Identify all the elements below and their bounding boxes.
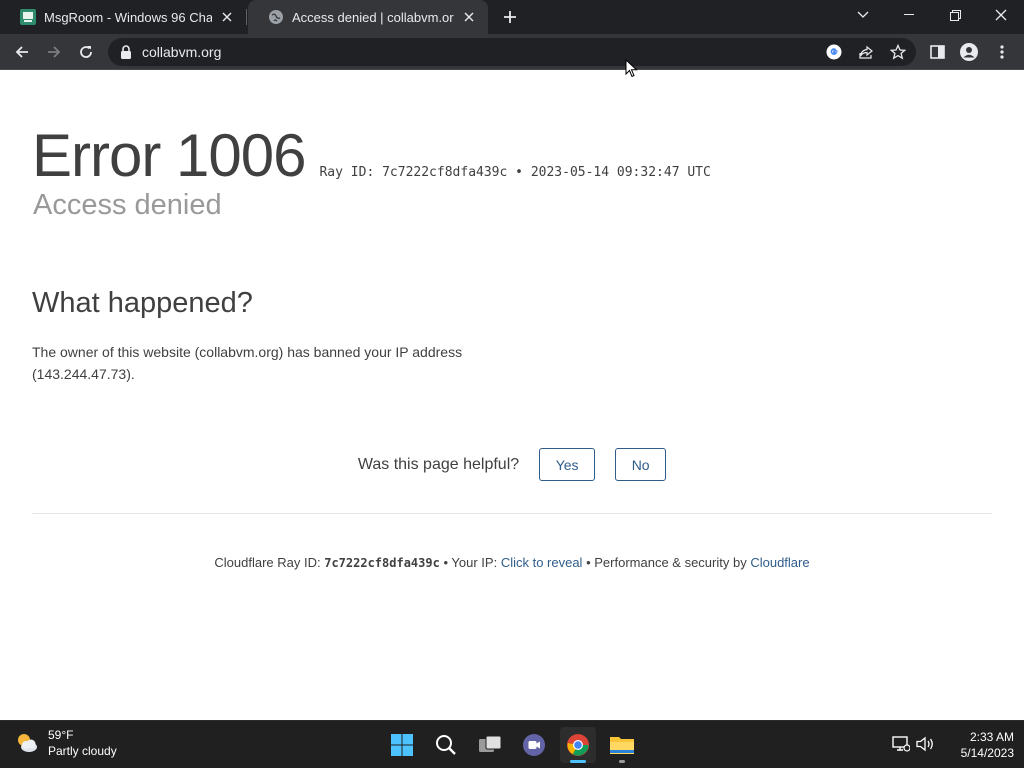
google-lens-icon[interactable] — [824, 42, 844, 62]
partly-cloudy-icon — [18, 734, 37, 752]
chrome-icon — [567, 734, 589, 756]
arrow-right-icon — [48, 46, 61, 58]
close-tab-icon[interactable] — [218, 8, 236, 26]
network-tray-icon[interactable] — [890, 733, 912, 755]
restore-button[interactable] — [932, 0, 978, 30]
feedback-yes-button[interactable]: Yes — [539, 448, 596, 481]
address-bar[interactable]: collabvm.org — [108, 38, 916, 66]
browser-toolbar: collabvm.org — [0, 34, 1024, 70]
close-icon — [995, 9, 1007, 21]
tab-title: Access denied | collabvm.org used Cloudf… — [292, 9, 454, 25]
footer-divider — [32, 513, 992, 514]
bookmark-star-icon[interactable] — [888, 42, 908, 62]
forward-button[interactable] — [40, 38, 68, 66]
url-text: collabvm.org — [142, 44, 222, 60]
folder-icon — [610, 737, 634, 754]
windows-logo-icon — [391, 734, 413, 756]
chat-icon — [523, 734, 545, 756]
cloudflare-link[interactable]: Cloudflare — [750, 555, 809, 570]
what-happened-heading: What happened? — [32, 287, 253, 319]
error-subtitle: Access denied — [33, 189, 222, 221]
footer-separator: • — [443, 555, 449, 570]
chrome-taskbar-button[interactable] — [560, 727, 596, 763]
open-app-indicator — [619, 760, 625, 763]
search-icon — [436, 735, 456, 755]
kebab-menu-icon — [1000, 45, 1004, 59]
close-window-button[interactable] — [978, 0, 1024, 30]
taskbar-search-button[interactable] — [428, 727, 464, 763]
tab-divider — [246, 9, 247, 25]
feedback-question: Was this page helpful? — [357, 455, 520, 473]
weather-temp: 59°F — [48, 728, 74, 742]
what-happened-line: (143.244.47.73). — [32, 366, 135, 382]
minimize-icon — [904, 14, 914, 15]
weather-text: 59°F Partly cloudy — [48, 727, 117, 759]
feedback-no-button[interactable]: No — [615, 448, 667, 481]
error-header: Error 1006 Ray ID: 7c7222cf8dfa439c • 20… — [32, 121, 711, 190]
profile-button[interactable] — [955, 38, 983, 66]
footer-separator: • — [586, 555, 591, 570]
error-code: Error 1006 — [32, 122, 306, 189]
reload-button[interactable] — [72, 38, 100, 66]
tab-title: MsgRoom - Windows 96 Chat — [44, 9, 212, 25]
globe-icon — [268, 9, 284, 25]
side-panel-button[interactable] — [923, 38, 951, 66]
feedback-section: Was this page helpful? Yes No — [0, 448, 1024, 481]
ray-id-meta: Ray ID: 7c7222cf8dfa439c • 2023-05-14 09… — [319, 165, 710, 180]
weather-desc: Partly cloudy — [48, 744, 117, 758]
footer-ray-value: 7c7222cf8dfa439c — [324, 556, 440, 570]
new-tab-button[interactable] — [498, 5, 522, 29]
timestamp: 2023-05-14 09:32:47 UTC — [530, 165, 711, 180]
cloudflare-error-page: Error 1006 Ray ID: 7c7222cf8dfa439c • 20… — [0, 71, 1024, 720]
speaker-icon — [916, 736, 933, 752]
reveal-ip-link[interactable]: Click to reveal — [501, 555, 583, 570]
plus-icon — [504, 11, 516, 23]
menu-button[interactable] — [988, 38, 1016, 66]
minimize-button[interactable] — [886, 0, 932, 30]
share-icon[interactable] — [856, 42, 876, 62]
close-tab-icon[interactable] — [460, 8, 478, 26]
footer-perf-label: Performance & security by — [594, 555, 747, 570]
bullet-separator: • — [515, 165, 523, 180]
back-button[interactable] — [8, 38, 36, 66]
start-button[interactable] — [384, 727, 420, 763]
system-clock[interactable]: 2:33 AM 5/14/2023 — [940, 729, 1014, 761]
profile-avatar-icon — [960, 43, 978, 61]
task-view-icon — [479, 735, 502, 752]
what-happened-line: The owner of this website (collabvm.org)… — [32, 344, 463, 360]
ray-id-label: Ray ID: 7c7222cf8dfa439c — [319, 165, 508, 180]
mouse-cursor-icon — [625, 59, 638, 78]
task-view-button[interactable] — [472, 727, 508, 763]
clock-date: 5/14/2023 — [960, 746, 1014, 760]
tab-search-button[interactable] — [840, 0, 886, 30]
weather-widget[interactable]: 59°F Partly cloudy — [14, 727, 117, 759]
msgroom-favicon-icon — [20, 9, 36, 25]
chevron-down-icon — [857, 11, 869, 18]
file-explorer-button[interactable] — [604, 727, 640, 763]
lock-icon — [121, 45, 131, 59]
what-happened-text: The owner of this website (collabvm.org)… — [32, 341, 512, 385]
teams-chat-button[interactable] — [516, 727, 552, 763]
cloudflare-footer: Cloudflare Ray ID: 7c7222cf8dfa439c • Yo… — [0, 555, 1024, 570]
tab-access-denied[interactable]: Access denied | collabvm.org used Cloudf… — [248, 0, 488, 34]
network-icon — [892, 736, 910, 752]
browser-tab-strip: MsgRoom - Windows 96 Chat Access denied … — [0, 0, 1024, 34]
footer-ray-label: Cloudflare Ray ID: — [214, 555, 321, 570]
restore-icon — [949, 9, 961, 21]
volume-tray-icon[interactable] — [914, 733, 936, 755]
reload-icon — [80, 46, 92, 58]
side-panel-icon — [929, 45, 945, 59]
tab-msgroom[interactable]: MsgRoom - Windows 96 Chat — [0, 0, 246, 34]
arrow-left-icon — [15, 46, 28, 58]
footer-ip-label: Your IP: — [451, 555, 498, 570]
active-app-indicator — [570, 760, 586, 763]
windows-taskbar: 59°F Partly cloudy 2:33 AM 5/14/2023 — [0, 720, 1024, 768]
clock-time: 2:33 AM — [969, 730, 1014, 744]
